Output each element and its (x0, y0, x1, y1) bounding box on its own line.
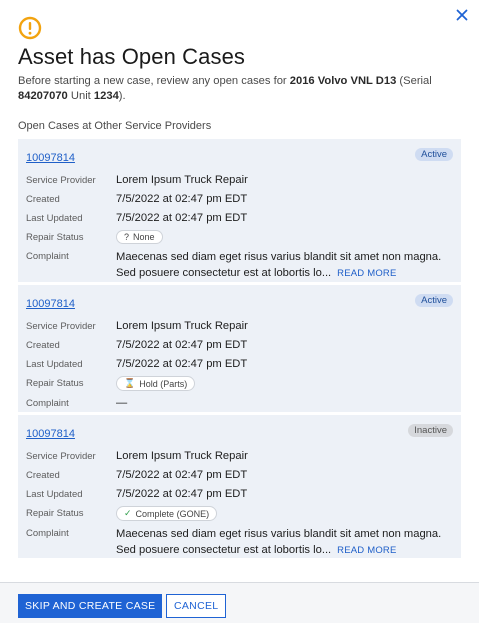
section-label: Open Cases at Other Service Providers (18, 120, 212, 132)
question-icon: ? (124, 232, 130, 242)
case-card: 10097814 Inactive Service Provider Lorem… (18, 415, 461, 558)
field-label: Repair Status (26, 508, 84, 519)
complaint-value: Maecenas sed diam eget risus varius blan… (116, 526, 453, 559)
field-label: Service Provider (26, 451, 96, 462)
complaint-value: — (116, 397, 128, 409)
field-label: Complaint (26, 528, 69, 539)
created-row: Created 7/5/2022 at 02:47 pm EDT (26, 468, 453, 482)
created-row: Created 7/5/2022 at 02:47 pm EDT (26, 338, 453, 352)
intro-suffix: ). (118, 90, 126, 102)
field-label: Complaint (26, 398, 69, 409)
repair-status-pill: ⌛ Hold (Parts) (116, 376, 196, 391)
repair-status-value: None (133, 232, 155, 242)
read-more-link[interactable]: READ MORE (337, 268, 396, 279)
dialog-footer: SKIP AND CREATE CASE CANCEL (0, 582, 479, 623)
service-provider-value: Lorem Ipsum Truck Repair (116, 174, 248, 186)
asset-name: 2016 Volvo VNL D13 (289, 75, 397, 87)
skip-and-create-case-button[interactable]: SKIP AND CREATE CASE (18, 594, 163, 618)
field-label: Last Updated (26, 359, 83, 370)
service-provider-value: Lorem Ipsum Truck Repair (116, 320, 248, 332)
cancel-button[interactable]: CANCEL (166, 594, 227, 618)
field-label: Created (26, 194, 60, 205)
field-label: Repair Status (26, 232, 84, 243)
unit-number: 1234 (93, 90, 119, 102)
field-label: Repair Status (26, 378, 84, 389)
field-label: Created (26, 470, 60, 481)
serial-number: 84207070 (18, 90, 68, 102)
field-label: Complaint (26, 251, 69, 262)
complaint-value: Maecenas sed diam eget risus varius blan… (116, 249, 453, 282)
serial-prefix: (Serial (396, 75, 432, 87)
service-provider-row: Service Provider Lorem Ipsum Truck Repai… (26, 173, 453, 187)
field-label: Created (26, 340, 60, 351)
repair-status-pill: ✓ Complete (GONE) (116, 506, 218, 521)
hourglass-icon: ⌛ (124, 378, 136, 388)
status-badge: Active (415, 294, 453, 307)
case-card: 10097814 Active Service Provider Lorem I… (18, 139, 461, 282)
case-card: 10097814 Active Service Provider Lorem I… (18, 285, 461, 412)
field-label: Service Provider (26, 175, 96, 186)
service-provider-row: Service Provider Lorem Ipsum Truck Repai… (26, 319, 453, 333)
status-badge: Inactive (408, 424, 453, 437)
repair-status-pill: ? None (116, 230, 163, 244)
warning-circle-icon (18, 16, 42, 40)
cases-list: 10097814 Active Service Provider Lorem I… (18, 139, 461, 561)
read-more-link[interactable]: READ MORE (337, 545, 396, 556)
last-updated-row: Last Updated 7/5/2022 at 02:47 pm EDT (26, 211, 453, 225)
case-id-link[interactable]: 10097814 (26, 152, 75, 164)
repair-status-value: Complete (GONE) (135, 508, 210, 519)
field-label: Last Updated (26, 213, 83, 224)
repair-status-row: Repair Status ? None (26, 230, 453, 244)
case-id-link[interactable]: 10097814 (26, 298, 75, 310)
case-id-link[interactable]: 10097814 (26, 428, 75, 440)
last-updated-value: 7/5/2022 at 02:47 pm EDT (116, 358, 248, 370)
complaint-row: Complaint — (26, 396, 453, 410)
close-icon[interactable] (453, 6, 471, 24)
repair-status-value: Hold (Parts) (139, 378, 188, 389)
complaint-row: Complaint Maecenas sed diam eget risus v… (26, 526, 453, 559)
created-value: 7/5/2022 at 02:47 pm EDT (116, 193, 248, 205)
field-label: Last Updated (26, 489, 83, 500)
service-provider-row: Service Provider Lorem Ipsum Truck Repai… (26, 449, 453, 463)
last-updated-value: 7/5/2022 at 02:47 pm EDT (116, 212, 248, 224)
repair-status-row: Repair Status ⌛ Hold (Parts) (26, 376, 453, 391)
intro-text: Before starting a new case, review any o… (18, 75, 290, 87)
unit-prefix: Unit (67, 90, 94, 102)
last-updated-value: 7/5/2022 at 02:47 pm EDT (116, 488, 248, 500)
service-provider-value: Lorem Ipsum Truck Repair (116, 450, 248, 462)
status-badge: Active (415, 148, 453, 161)
last-updated-row: Last Updated 7/5/2022 at 02:47 pm EDT (26, 487, 453, 501)
last-updated-row: Last Updated 7/5/2022 at 02:47 pm EDT (26, 357, 453, 371)
repair-status-row: Repair Status ✓ Complete (GONE) (26, 506, 453, 521)
dialog-title: Asset has Open Cases (18, 44, 246, 69)
dialog-intro: Before starting a new case, review any o… (18, 74, 458, 104)
created-value: 7/5/2022 at 02:47 pm EDT (116, 469, 248, 481)
created-value: 7/5/2022 at 02:47 pm EDT (116, 339, 248, 351)
complaint-row: Complaint Maecenas sed diam eget risus v… (26, 249, 453, 282)
field-label: Service Provider (26, 321, 96, 332)
created-row: Created 7/5/2022 at 02:47 pm EDT (26, 192, 453, 206)
checkmark-icon: ✓ (124, 508, 132, 518)
